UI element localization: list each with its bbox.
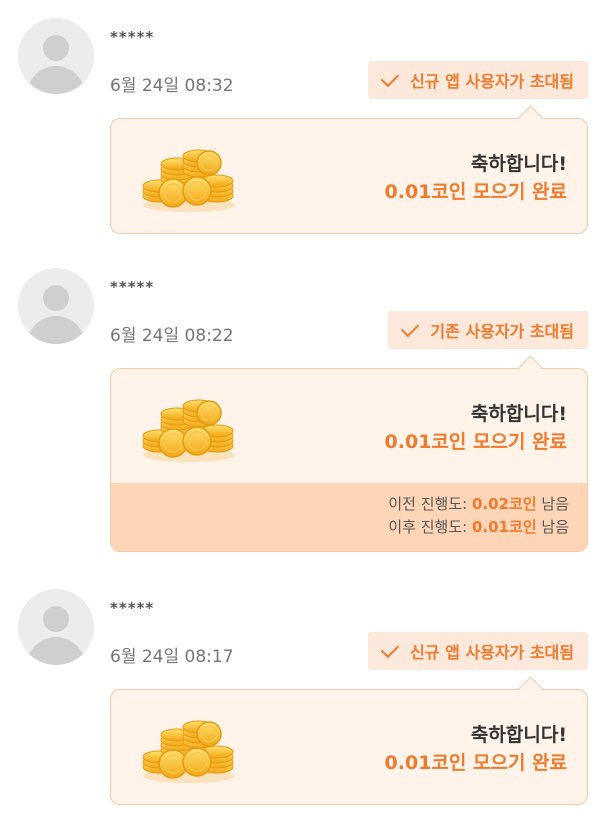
gold-coins-icon bbox=[142, 399, 236, 463]
username: ***** bbox=[110, 599, 155, 617]
progress-before-label: 이전 진행도: bbox=[388, 495, 468, 513]
check-icon bbox=[380, 639, 400, 658]
progress-before: 이전 진행도: 0.02코인 남음 bbox=[111, 493, 569, 516]
username: ***** bbox=[110, 278, 155, 296]
reward-card: 축하합니다! 0.01코인 모으기 완료 bbox=[110, 118, 588, 234]
progress-after-suffix: 남음 bbox=[541, 518, 569, 536]
progress-after-label: 이후 진행도: bbox=[388, 518, 468, 536]
invite-status-tag: 기존 사용자가 초대됨 bbox=[388, 311, 588, 349]
progress-before-suffix: 남음 bbox=[541, 495, 569, 513]
username: ***** bbox=[110, 28, 155, 46]
invite-status-label: 신규 앱 사용자가 초대됨 bbox=[410, 72, 574, 91]
congrats-text: 축하합니다! bbox=[470, 153, 567, 175]
timestamp: 6월 24일 08:22 bbox=[110, 326, 234, 346]
congrats-text: 축하합니다! bbox=[470, 403, 567, 425]
avatar bbox=[18, 268, 94, 344]
invite-status-label: 신규 앱 사용자가 초대됨 bbox=[410, 643, 574, 662]
progress-summary: 이전 진행도: 0.02코인 남음 이후 진행도: 0.01코인 남음 bbox=[111, 483, 587, 551]
reward-text: 0.01코인 모으기 완료 bbox=[384, 181, 567, 203]
progress-after-value: 0.01코인 bbox=[471, 518, 537, 536]
timestamp: 6월 24일 08:17 bbox=[110, 647, 234, 667]
gold-coins-icon bbox=[142, 149, 236, 213]
avatar bbox=[18, 589, 94, 665]
check-icon bbox=[401, 318, 420, 337]
invite-status-tag: 신규 앱 사용자가 초대됨 bbox=[368, 61, 588, 99]
reward-card: 축하합니다! 0.01코인 모으기 완료 bbox=[110, 689, 588, 805]
progress-after: 이후 진행도: 0.01코인 남음 bbox=[111, 516, 569, 539]
congrats-text: 축하합니다! bbox=[470, 724, 567, 746]
progress-before-value: 0.02코인 bbox=[471, 495, 537, 513]
invite-status-tag: 신규 앱 사용자가 초대됨 bbox=[368, 632, 588, 670]
avatar bbox=[18, 18, 94, 94]
reward-card: 축하합니다! 0.01코인 모으기 완료 이전 진행도: 0.02코인 남음 이… bbox=[110, 368, 588, 552]
reward-text: 0.01코인 모으기 완료 bbox=[384, 752, 567, 774]
timestamp: 6월 24일 08:32 bbox=[110, 76, 234, 96]
invite-status-label: 기존 사용자가 초대됨 bbox=[430, 322, 574, 341]
check-icon bbox=[380, 68, 400, 87]
gold-coins-icon bbox=[142, 720, 236, 784]
reward-text: 0.01코인 모으기 완료 bbox=[384, 431, 567, 453]
